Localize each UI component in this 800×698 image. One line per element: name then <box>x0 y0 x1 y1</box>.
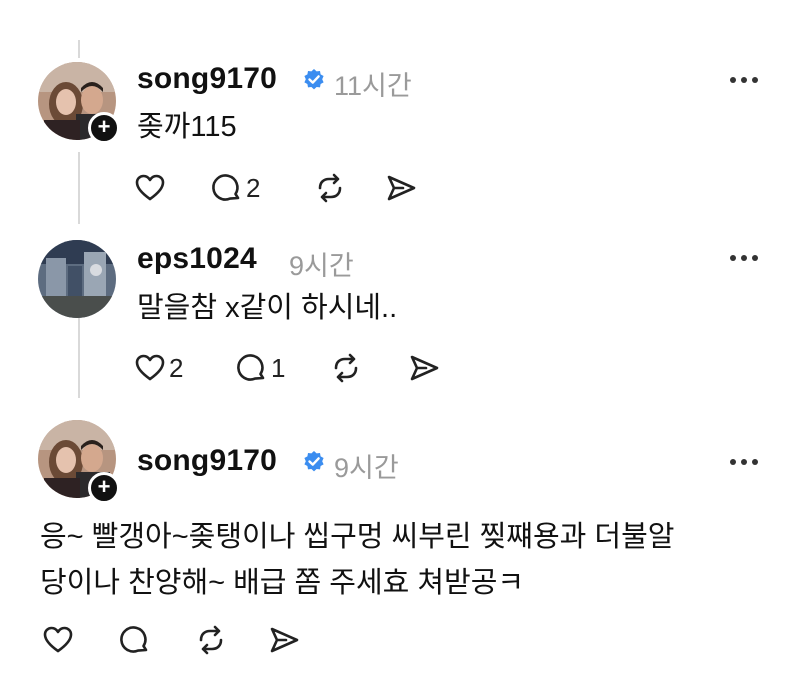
reply-count: 1 <box>271 352 286 383</box>
verified-badge-icon <box>304 69 324 90</box>
reply-button[interactable]: 1 <box>236 352 285 384</box>
username[interactable]: song9170 <box>137 62 277 96</box>
heart-icon <box>135 174 165 201</box>
heart-icon <box>135 354 165 381</box>
follow-plus-icon[interactable]: + <box>88 472 120 504</box>
repost-icon <box>334 353 358 383</box>
timestamp: 11시간 <box>334 71 412 101</box>
repost-icon <box>199 625 223 655</box>
repost-icon <box>318 173 342 203</box>
timestamp: 9시간 <box>289 251 354 281</box>
like-button[interactable] <box>134 172 169 204</box>
more-icon[interactable] <box>727 248 761 268</box>
post-text: 말을참 x같이 하시네.. <box>137 292 398 324</box>
like-button[interactable] <box>42 624 77 656</box>
username[interactable]: song9170 <box>137 444 277 478</box>
share-icon <box>410 355 439 381</box>
timestamp: 9시간 <box>334 453 399 483</box>
repost-button[interactable] <box>195 624 227 656</box>
reply-count: 2 <box>246 172 261 203</box>
post-text-line: 응~ 빨갱아~좆탱이나 씹구멍 씨부린 찢쨰용과 더불알 <box>40 521 675 553</box>
share-button[interactable] <box>408 352 440 384</box>
share-button[interactable] <box>268 624 300 656</box>
thread-line <box>78 40 80 58</box>
heart-icon <box>43 626 73 653</box>
like-button[interactable]: 2 <box>134 352 183 384</box>
avatar[interactable] <box>38 240 116 318</box>
comment-icon <box>237 354 265 381</box>
post-text: 좆까115 <box>137 111 237 143</box>
reply-button[interactable]: 2 <box>211 172 260 204</box>
thread-line <box>78 318 80 398</box>
repost-button[interactable] <box>330 352 362 384</box>
repost-button[interactable] <box>314 172 346 204</box>
thread-line <box>78 152 80 224</box>
follow-plus-icon[interactable]: + <box>88 112 120 144</box>
more-icon[interactable] <box>727 452 761 472</box>
post-text-line: 당이나 찬양해~ 배급 쫌 주세효 쳐받공ㅋ <box>40 567 525 599</box>
more-icon[interactable] <box>727 70 761 90</box>
comment-icon <box>120 626 148 653</box>
share-button[interactable] <box>385 172 417 204</box>
comment-icon <box>212 174 240 201</box>
like-count: 2 <box>169 352 184 383</box>
username[interactable]: eps1024 <box>137 242 257 276</box>
share-icon <box>387 175 416 201</box>
reply-button[interactable] <box>119 624 154 656</box>
share-icon <box>270 627 299 653</box>
verified-badge-icon <box>304 451 324 472</box>
